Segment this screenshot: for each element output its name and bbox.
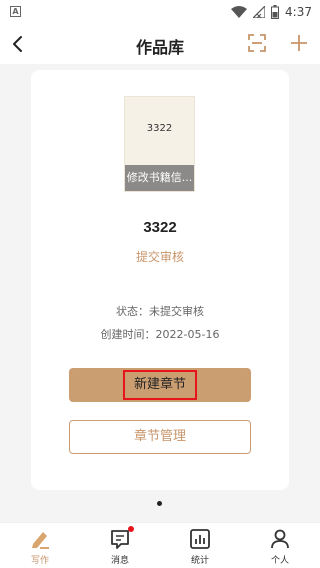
pen-icon xyxy=(32,532,49,549)
book-card: 3322 修改书籍信... 3322 提交审核 状态：未提交审核 创建时间：20… xyxy=(31,70,289,490)
tab-messages-label: 消息 xyxy=(110,556,129,566)
highlight-box xyxy=(123,370,197,400)
book-cover[interactable]: 3322 修改书籍信... xyxy=(124,96,195,192)
page-indicator-dot xyxy=(157,501,162,506)
person-icon xyxy=(271,529,289,549)
new-chapter-button[interactable]: 新建章节 xyxy=(69,368,251,402)
tab-statistics[interactable]: 统计 xyxy=(160,523,240,568)
add-icon[interactable] xyxy=(288,32,310,54)
status-time: 4:37 xyxy=(285,5,312,19)
signal-icon xyxy=(253,6,266,18)
review-status: 状态：未提交审核 xyxy=(116,305,204,318)
tab-write[interactable]: 写作 xyxy=(0,523,80,568)
scan-icon[interactable] xyxy=(246,32,268,54)
tab-profile[interactable]: 个人 xyxy=(240,523,320,568)
submit-review-link[interactable]: 提交审核 xyxy=(31,248,289,265)
status-bar: A 4:37 xyxy=(0,0,320,24)
tab-messages[interactable]: 消息 xyxy=(80,523,160,568)
bottom-tab-bar: 写作 消息 统计 个人 xyxy=(0,522,320,568)
tab-write-label: 写作 xyxy=(30,556,49,566)
tab-profile-label: 个人 xyxy=(270,556,289,566)
created-date: 创建时间：2022-05-16 xyxy=(100,328,220,341)
app-notification-icon: A xyxy=(10,6,21,17)
battery-icon xyxy=(271,5,280,19)
status-indicators: 4:37 xyxy=(231,4,312,20)
chapter-management-button[interactable]: 章节管理 xyxy=(69,420,251,454)
page-title: 作品库 xyxy=(135,38,184,57)
cover-title: 3322 xyxy=(146,123,173,134)
tab-statistics-label: 统计 xyxy=(190,556,209,566)
book-title: 3322 xyxy=(143,219,177,236)
wifi-icon xyxy=(231,6,248,18)
chart-icon xyxy=(190,529,210,549)
unread-badge xyxy=(128,526,134,532)
edit-book-info-button[interactable]: 修改书籍信... xyxy=(125,165,194,191)
title-bar: 作品库 xyxy=(0,24,320,64)
